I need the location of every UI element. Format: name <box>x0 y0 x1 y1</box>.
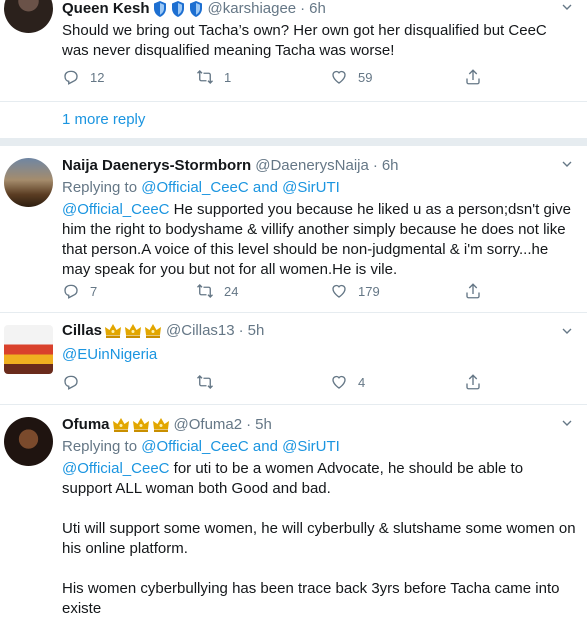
heart-icon <box>330 282 348 300</box>
avatar[interactable] <box>4 417 53 466</box>
retweet-button[interactable] <box>196 373 330 391</box>
name-badges <box>112 417 170 433</box>
replying-to-line: Replying to @Official_CeeC and @SirUTI <box>62 178 577 198</box>
retweet-icon <box>196 282 214 300</box>
tweet-actions: 7 24 179 <box>62 282 492 300</box>
reply-icon <box>62 282 80 300</box>
name-badges <box>104 323 162 339</box>
share-icon <box>464 282 482 300</box>
avatar[interactable] <box>4 158 53 207</box>
retweet-button[interactable]: 1 <box>196 68 330 86</box>
user-handle[interactable]: @Ofuma2 <box>174 415 243 435</box>
display-name[interactable]: Cillas <box>62 321 102 341</box>
like-count: 179 <box>358 283 380 299</box>
tweet-queen-kesh[interactable]: Queen Kesh @karshiagee · 6h Should we br… <box>0 0 587 102</box>
heart-icon <box>330 373 348 391</box>
text-mention[interactable]: @Official_CeeC <box>62 460 170 477</box>
gold-crown-emoji-icon <box>124 323 142 339</box>
tweet-text: @EUinNigeria <box>62 345 577 365</box>
gold-crown-emoji-icon <box>152 417 170 433</box>
like-button[interactable]: 59 <box>330 68 464 86</box>
tweet-cillas[interactable]: Cillas @Cillas13 · 5h @EUinNigeria 4 <box>0 313 587 405</box>
replying-to-label: Replying to <box>62 438 138 455</box>
separator-dot: · <box>238 322 244 339</box>
share-button[interactable] <box>464 282 492 300</box>
timestamp[interactable]: 6h <box>382 156 399 176</box>
share-button[interactable] <box>464 68 492 86</box>
timestamp[interactable]: 5h <box>255 415 272 435</box>
chevron-down-icon[interactable] <box>559 415 575 431</box>
retweet-count: 1 <box>224 69 232 85</box>
replying-to-label: Replying to <box>62 179 138 196</box>
blue-shield-emoji-icon <box>188 0 204 18</box>
replying-to-mention[interactable]: @SirUTI <box>282 179 340 196</box>
chevron-down-icon[interactable] <box>559 0 575 15</box>
display-name[interactable]: Naija Daenerys-Stormborn <box>62 156 251 176</box>
blue-shield-emoji-icon <box>170 0 186 18</box>
share-button[interactable] <box>464 373 492 391</box>
reply-button[interactable]: 7 <box>62 282 196 300</box>
tweet-text: @Official_CeeC for uti to be a women Adv… <box>62 459 577 619</box>
share-icon <box>464 68 482 86</box>
tweet-header: Naija Daenerys-Stormborn @DaenerysNaija … <box>62 156 577 176</box>
tweet-text: @Official_CeeC He supported you because … <box>62 200 577 280</box>
like-button[interactable]: 179 <box>330 282 464 300</box>
reply-count: 7 <box>90 283 98 299</box>
replying-to-and: and <box>252 179 278 196</box>
retweet-icon <box>196 373 214 391</box>
tweet-actions: 4 <box>62 373 492 391</box>
display-name[interactable]: Ofuma <box>62 415 110 435</box>
name-badges <box>152 0 204 18</box>
tweet-text-content: for uti to be a women Advocate, he shoul… <box>62 460 576 617</box>
avatar[interactable] <box>4 0 53 33</box>
gold-crown-emoji-icon <box>132 417 150 433</box>
retweet-count: 24 <box>224 283 239 299</box>
tweet-header: Ofuma @Ofuma2 · 5h <box>62 415 577 435</box>
gold-crown-emoji-icon <box>112 417 130 433</box>
share-icon <box>464 373 482 391</box>
chevron-down-icon[interactable] <box>559 323 575 339</box>
gold-crown-emoji-icon <box>104 323 122 339</box>
reply-button[interactable] <box>62 373 196 391</box>
replying-to-mention[interactable]: @Official_CeeC <box>141 179 249 196</box>
replying-to-mention[interactable]: @SirUTI <box>282 438 340 455</box>
replying-to-mention[interactable]: @Official_CeeC <box>141 438 249 455</box>
avatar[interactable] <box>4 325 53 374</box>
heart-icon <box>330 68 348 86</box>
separator-dot: · <box>246 416 252 433</box>
tweet-text: Should we bring out Tacha’s own? Her own… <box>62 22 551 59</box>
reply-count: 12 <box>90 69 105 85</box>
user-handle[interactable]: @Cillas13 <box>166 321 235 341</box>
timestamp[interactable]: 6h <box>309 0 326 19</box>
tweet-ofuma[interactable]: Ofuma @Ofuma2 · 5h Replying to @Official… <box>0 405 587 617</box>
reply-icon <box>62 373 80 391</box>
timestamp[interactable]: 5h <box>248 321 265 341</box>
tweet-header: Queen Kesh @karshiagee · 6h <box>62 0 577 19</box>
user-handle[interactable]: @karshiagee <box>208 0 297 19</box>
tweet-actions: 12 1 59 <box>62 68 492 86</box>
text-mention[interactable]: @EUinNigeria <box>62 346 157 363</box>
tweet-naija-daenerys[interactable]: Naija Daenerys-Stormborn @DaenerysNaija … <box>0 146 587 313</box>
tweet-header: Cillas @Cillas13 · 5h <box>62 321 577 341</box>
separator-dot: · <box>372 157 378 174</box>
retweet-icon <box>196 68 214 86</box>
reply-button[interactable]: 12 <box>62 68 196 86</box>
show-more-replies-link[interactable]: 1 more reply <box>0 102 587 146</box>
gold-crown-emoji-icon <box>144 323 162 339</box>
text-mention[interactable]: @Official_CeeC <box>62 201 170 218</box>
like-button[interactable]: 4 <box>330 373 464 391</box>
retweet-button[interactable]: 24 <box>196 282 330 300</box>
user-handle[interactable]: @DaenerysNaija <box>255 156 369 176</box>
like-count: 59 <box>358 69 373 85</box>
reply-icon <box>62 68 80 86</box>
like-count: 4 <box>358 374 366 390</box>
replying-to-and: and <box>252 438 278 455</box>
display-name[interactable]: Queen Kesh <box>62 0 150 19</box>
replying-to-line: Replying to @Official_CeeC and @SirUTI <box>62 437 577 457</box>
blue-shield-emoji-icon <box>152 0 168 18</box>
chevron-down-icon[interactable] <box>559 156 575 172</box>
separator-dot: · <box>300 0 306 17</box>
